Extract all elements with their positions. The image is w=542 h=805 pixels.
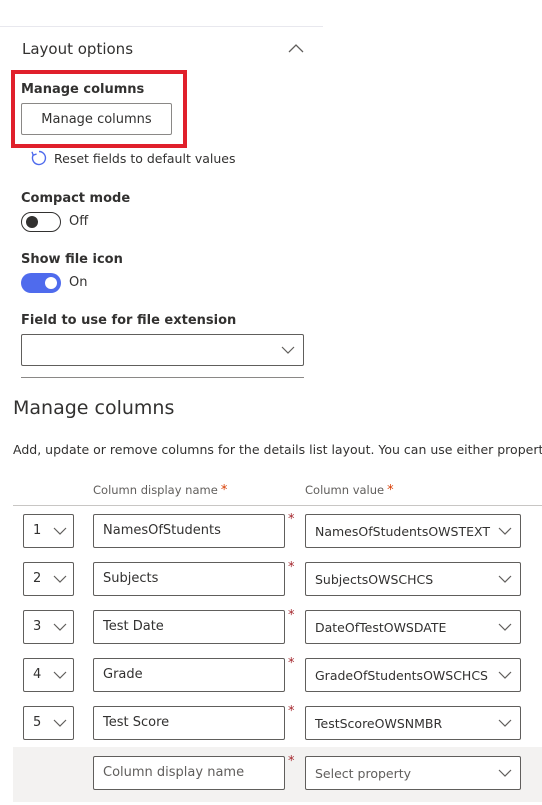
display-name-input[interactable]: Grade (93, 658, 285, 692)
required-mark: * (288, 754, 295, 769)
section-divider (21, 377, 304, 378)
row-order-dropdown[interactable]: 1 (23, 514, 74, 548)
table-row: 4 Grade * GradeOfStudentsOWSCHCS (0, 656, 542, 692)
manage-columns-description: Add, update or remove columns for the de… (13, 442, 542, 457)
chevron-down-icon (53, 623, 67, 631)
header-text: Column value (305, 483, 385, 497)
new-column-row: Column display name * Select property (0, 754, 542, 790)
column-value-text: DateOfTestOWSDATE (315, 620, 447, 635)
row-order-dropdown[interactable]: 3 (23, 610, 74, 644)
column-value-text: TestScoreOWSNMBR (315, 716, 443, 731)
column-value-dropdown[interactable]: GradeOfStudentsOWSCHCS (305, 658, 521, 692)
select-property-placeholder: Select property (315, 766, 412, 781)
chevron-down-icon (498, 575, 512, 583)
display-name-input[interactable]: NamesOfStudents (93, 514, 285, 548)
compact-mode-label: Compact mode (21, 191, 131, 206)
header-text: Column display name (93, 483, 218, 497)
chevron-up-icon[interactable] (286, 38, 306, 58)
chevron-down-icon (281, 346, 295, 354)
panel-top-border (0, 26, 323, 27)
column-value-dropdown[interactable]: NamesOfStudentsOWSTEXT (305, 514, 521, 548)
new-column-value-dropdown[interactable]: Select property (305, 756, 521, 790)
required-mark: * (220, 483, 228, 498)
chevron-down-icon (53, 671, 67, 679)
column-value-header: Column value * (305, 483, 394, 498)
row-order-value: 5 (33, 715, 42, 730)
column-value-text: NamesOfStudentsOWSTEXT (315, 524, 490, 539)
reset-fields-link[interactable]: Reset fields to default values (30, 149, 235, 167)
required-mark: * (387, 483, 394, 498)
compact-mode-state: Off (69, 214, 89, 229)
column-value-text: SubjectsOWSCHCS (315, 572, 434, 587)
compact-mode-toggle[interactable] (21, 212, 61, 232)
required-mark: * (288, 512, 295, 527)
chevron-down-icon (498, 671, 512, 679)
row-order-dropdown[interactable]: 5 (23, 706, 74, 740)
row-order-value: 2 (33, 571, 42, 586)
display-name-input[interactable]: Subjects (93, 562, 285, 596)
display-name-input[interactable]: Test Date (93, 610, 285, 644)
chevron-down-icon (53, 719, 67, 727)
chevron-down-icon (53, 575, 67, 583)
chevron-down-icon (498, 527, 512, 535)
column-value-text: GradeOfStudentsOWSCHCS (315, 668, 488, 683)
show-file-icon-state: On (69, 275, 88, 290)
table-row: 3 Test Date * DateOfTestOWSDATE (0, 608, 542, 644)
required-mark: * (288, 608, 295, 623)
show-file-icon-label: Show file icon (21, 252, 123, 267)
toggle-knob (45, 277, 57, 289)
new-display-name-input[interactable]: Column display name (93, 756, 285, 790)
column-display-name-header: Column display name * (93, 483, 227, 498)
row-order-value: 4 (33, 667, 42, 682)
required-mark: * (288, 560, 295, 575)
column-value-dropdown[interactable]: DateOfTestOWSDATE (305, 610, 521, 644)
row-order-value: 3 (33, 619, 42, 634)
row-order-dropdown[interactable]: 4 (23, 658, 74, 692)
chevron-down-icon (53, 527, 67, 535)
manage-columns-label: Manage columns (21, 82, 145, 97)
required-mark: * (288, 656, 295, 671)
manage-columns-button[interactable]: Manage columns (21, 103, 172, 135)
chevron-down-icon (498, 769, 512, 777)
row-order-value: 1 (33, 523, 42, 538)
chevron-down-icon (498, 719, 512, 727)
table-top-border (13, 505, 542, 506)
column-value-dropdown[interactable]: TestScoreOWSNMBR (305, 706, 521, 740)
show-file-icon-toggle[interactable] (21, 273, 61, 293)
display-name-input[interactable]: Test Score (93, 706, 285, 740)
layout-options-title: Layout options (22, 40, 134, 58)
row-order-dropdown[interactable]: 2 (23, 562, 74, 596)
chevron-down-icon (498, 623, 512, 631)
refresh-icon (31, 150, 47, 166)
toggle-knob (26, 216, 38, 228)
table-row: 1 NamesOfStudents * NamesOfStudentsOWSTE… (0, 512, 542, 548)
column-value-dropdown[interactable]: SubjectsOWSCHCS (305, 562, 521, 596)
required-mark: * (288, 704, 295, 719)
table-row: 2 Subjects * SubjectsOWSCHCS (0, 560, 542, 596)
table-row: 5 Test Score * TestScoreOWSNMBR (0, 704, 542, 740)
manage-columns-title: Manage columns (13, 397, 175, 419)
file-extension-label: Field to use for file extension (21, 313, 237, 328)
reset-fields-label: Reset fields to default values (54, 150, 236, 166)
file-extension-dropdown[interactable] (21, 334, 304, 366)
